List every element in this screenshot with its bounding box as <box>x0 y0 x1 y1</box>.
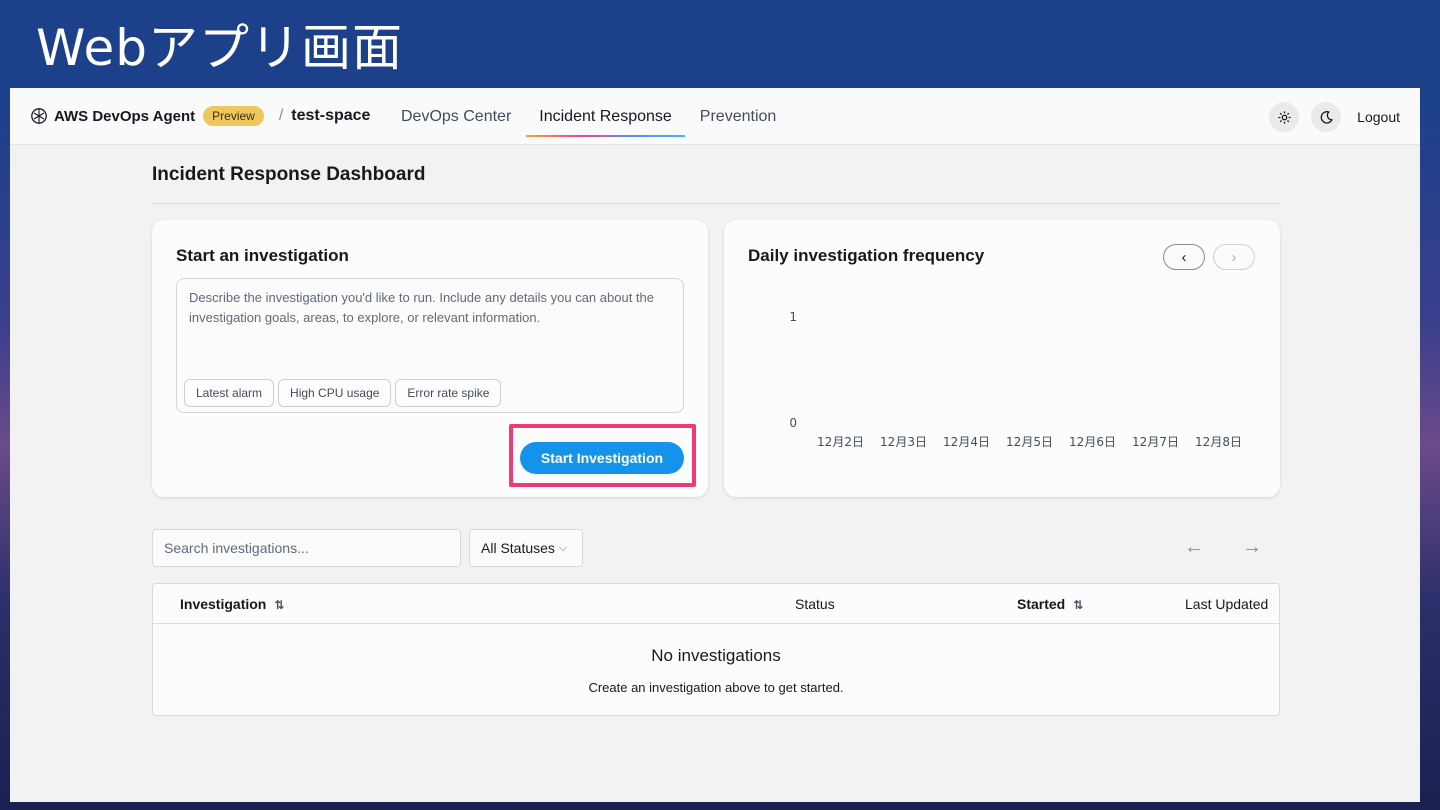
gear-icon <box>1278 110 1291 124</box>
header-actions: Logout <box>1269 102 1400 132</box>
page-title: Incident Response Dashboard <box>152 164 426 185</box>
tab-incident-response[interactable]: Incident Response <box>526 88 685 145</box>
table-header: Investigation ⇅ Status Started ⇅ Last Upda… <box>153 584 1279 624</box>
chip-high-cpu-usage[interactable]: High CPU usage <box>278 379 392 407</box>
start-investigation-button[interactable]: Start Investigation <box>520 442 684 474</box>
investigations-table: Investigation ⇅ Status Started ⇅ Last Upda… <box>152 583 1280 716</box>
column-status: Status <box>795 596 835 612</box>
main-nav: DevOps Center Incident Response Preventi… <box>388 88 791 145</box>
tab-devops-center[interactable]: DevOps Center <box>388 88 524 145</box>
moon-icon <box>1320 110 1333 124</box>
settings-button[interactable] <box>1269 102 1300 132</box>
chip-latest-alarm[interactable]: Latest alarm <box>184 379 275 407</box>
chevron-down-icon: ⌵ <box>558 541 568 554</box>
empty-state-subtitle: Create an investigation above to get sta… <box>588 680 844 695</box>
title-divider <box>152 203 1279 204</box>
investigation-prompt-input[interactable]: Describe the investigation you'd like to… <box>176 278 684 413</box>
x-tick-label: 12月7日 <box>1132 435 1179 449</box>
status-filter-select[interactable]: All Statuses ⌵ <box>469 529 583 567</box>
column-last-updated: Last Updated <box>1185 596 1269 612</box>
column-investigation-label: Investigation <box>180 596 267 612</box>
investigation-card-title: Start an investigation <box>176 246 349 265</box>
x-tick-label: 12月5日 <box>1006 435 1053 449</box>
frequency-chart: 0 1 12月2日 12月3日 12月4日 12月5日 12月6日 12月7日 12月8日 <box>789 310 1242 449</box>
prompt-placeholder: Describe the investigation you'd like to… <box>189 290 654 325</box>
x-tick-label: 12月4日 <box>943 435 990 449</box>
suggestion-chips: Latest alarm High CPU usage Error rate s… <box>184 379 505 407</box>
column-started[interactable]: Started ⇅ <box>1017 596 1083 612</box>
top-navigation: AWS DevOps Agent Preview / test-space De… <box>10 88 1420 145</box>
x-tick-label: 12月3日 <box>880 435 927 449</box>
empty-state-title: No investigations <box>651 646 781 665</box>
y-tick-label: 1 <box>789 310 797 324</box>
agent-logo-icon <box>31 108 47 124</box>
next-page-button[interactable]: → <box>1242 536 1262 559</box>
daily-frequency-card: Daily investigation frequency ‹ › 0 1 12月2… <box>724 220 1280 497</box>
search-input[interactable] <box>152 529 461 567</box>
app-window: AWS DevOps Agent Preview / test-space De… <box>10 88 1420 802</box>
column-started-label: Started <box>1017 596 1066 612</box>
y-tick-label: 0 <box>789 416 797 430</box>
x-tick-label: 12月8日 <box>1195 435 1242 449</box>
logout-link[interactable]: Logout <box>1357 109 1400 125</box>
theme-toggle-button[interactable] <box>1311 102 1342 132</box>
sort-icon: ⇅ <box>1073 598 1084 612</box>
x-tick-label: 12月2日 <box>817 435 864 449</box>
previous-page-button[interactable]: ← <box>1184 536 1204 559</box>
breadcrumb-separator: / <box>278 107 284 124</box>
preview-badge: Preview <box>203 106 264 126</box>
x-tick-label: 12月6日 <box>1069 435 1116 449</box>
app-name: AWS DevOps Agent <box>54 107 196 125</box>
space-name[interactable]: test-space <box>291 107 370 125</box>
brand[interactable]: AWS DevOps Agent Preview / test-space <box>30 106 370 126</box>
column-investigation[interactable]: Investigation ⇅ <box>180 596 284 612</box>
start-investigation-card: Start an investigation Describe the inve… <box>152 220 708 497</box>
status-filter-value: All Statuses <box>481 540 555 556</box>
tab-prevention[interactable]: Prevention <box>687 88 790 145</box>
sort-icon: ⇅ <box>274 598 285 612</box>
slide-title: Webアプリ画面 <box>36 19 404 77</box>
chip-error-rate-spike[interactable]: Error rate spike <box>395 379 502 407</box>
